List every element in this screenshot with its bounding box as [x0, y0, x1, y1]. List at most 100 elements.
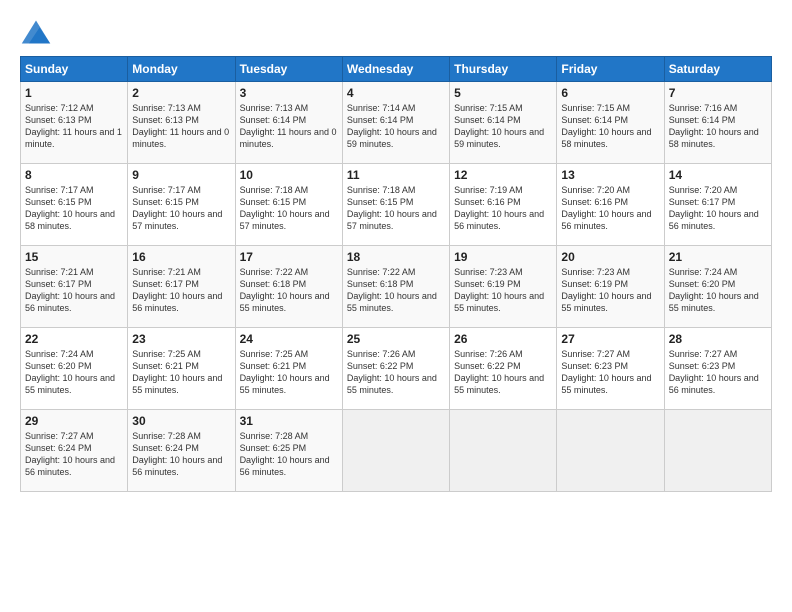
day-content: Sunrise: 7:18 AM Sunset: 6:15 PM Dayligh… [240, 184, 338, 233]
day-content: Sunrise: 7:23 AM Sunset: 6:19 PM Dayligh… [561, 266, 659, 315]
day-content: Sunrise: 7:13 AM Sunset: 6:13 PM Dayligh… [132, 102, 230, 151]
week-row-3: 15 Sunrise: 7:21 AM Sunset: 6:17 PM Dayl… [21, 246, 772, 328]
calendar-cell: 22 Sunrise: 7:24 AM Sunset: 6:20 PM Dayl… [21, 328, 128, 410]
week-row-1: 1 Sunrise: 7:12 AM Sunset: 6:13 PM Dayli… [21, 82, 772, 164]
day-content: Sunrise: 7:17 AM Sunset: 6:15 PM Dayligh… [132, 184, 230, 233]
day-number: 16 [132, 250, 230, 264]
day-content: Sunrise: 7:12 AM Sunset: 6:13 PM Dayligh… [25, 102, 123, 151]
calendar-cell [664, 410, 771, 492]
day-content: Sunrise: 7:27 AM Sunset: 6:24 PM Dayligh… [25, 430, 123, 479]
weekday-header-tuesday: Tuesday [235, 57, 342, 82]
calendar-cell: 2 Sunrise: 7:13 AM Sunset: 6:13 PM Dayli… [128, 82, 235, 164]
calendar-cell: 24 Sunrise: 7:25 AM Sunset: 6:21 PM Dayl… [235, 328, 342, 410]
day-content: Sunrise: 7:25 AM Sunset: 6:21 PM Dayligh… [132, 348, 230, 397]
day-number: 22 [25, 332, 123, 346]
calendar-cell: 1 Sunrise: 7:12 AM Sunset: 6:13 PM Dayli… [21, 82, 128, 164]
calendar-cell: 26 Sunrise: 7:26 AM Sunset: 6:22 PM Dayl… [450, 328, 557, 410]
day-number: 23 [132, 332, 230, 346]
weekday-header-wednesday: Wednesday [342, 57, 449, 82]
day-content: Sunrise: 7:15 AM Sunset: 6:14 PM Dayligh… [561, 102, 659, 151]
week-row-4: 22 Sunrise: 7:24 AM Sunset: 6:20 PM Dayl… [21, 328, 772, 410]
calendar-cell: 10 Sunrise: 7:18 AM Sunset: 6:15 PM Dayl… [235, 164, 342, 246]
day-number: 24 [240, 332, 338, 346]
day-number: 13 [561, 168, 659, 182]
calendar-cell: 19 Sunrise: 7:23 AM Sunset: 6:19 PM Dayl… [450, 246, 557, 328]
weekday-header-thursday: Thursday [450, 57, 557, 82]
day-content: Sunrise: 7:28 AM Sunset: 6:25 PM Dayligh… [240, 430, 338, 479]
calendar-cell: 21 Sunrise: 7:24 AM Sunset: 6:20 PM Dayl… [664, 246, 771, 328]
day-content: Sunrise: 7:28 AM Sunset: 6:24 PM Dayligh… [132, 430, 230, 479]
day-content: Sunrise: 7:26 AM Sunset: 6:22 PM Dayligh… [347, 348, 445, 397]
day-content: Sunrise: 7:27 AM Sunset: 6:23 PM Dayligh… [561, 348, 659, 397]
weekday-header-friday: Friday [557, 57, 664, 82]
day-number: 3 [240, 86, 338, 100]
page: SundayMondayTuesdayWednesdayThursdayFrid… [0, 0, 792, 612]
calendar-cell: 25 Sunrise: 7:26 AM Sunset: 6:22 PM Dayl… [342, 328, 449, 410]
day-number: 30 [132, 414, 230, 428]
weekday-header-monday: Monday [128, 57, 235, 82]
day-number: 20 [561, 250, 659, 264]
calendar-cell: 7 Sunrise: 7:16 AM Sunset: 6:14 PM Dayli… [664, 82, 771, 164]
day-number: 4 [347, 86, 445, 100]
day-number: 25 [347, 332, 445, 346]
day-content: Sunrise: 7:13 AM Sunset: 6:14 PM Dayligh… [240, 102, 338, 151]
calendar-cell: 31 Sunrise: 7:28 AM Sunset: 6:25 PM Dayl… [235, 410, 342, 492]
calendar-cell: 13 Sunrise: 7:20 AM Sunset: 6:16 PM Dayl… [557, 164, 664, 246]
calendar-cell [557, 410, 664, 492]
day-number: 7 [669, 86, 767, 100]
day-number: 21 [669, 250, 767, 264]
day-content: Sunrise: 7:24 AM Sunset: 6:20 PM Dayligh… [25, 348, 123, 397]
day-content: Sunrise: 7:18 AM Sunset: 6:15 PM Dayligh… [347, 184, 445, 233]
day-content: Sunrise: 7:20 AM Sunset: 6:16 PM Dayligh… [561, 184, 659, 233]
day-number: 18 [347, 250, 445, 264]
day-number: 28 [669, 332, 767, 346]
calendar-cell: 15 Sunrise: 7:21 AM Sunset: 6:17 PM Dayl… [21, 246, 128, 328]
day-content: Sunrise: 7:23 AM Sunset: 6:19 PM Dayligh… [454, 266, 552, 315]
calendar-cell: 5 Sunrise: 7:15 AM Sunset: 6:14 PM Dayli… [450, 82, 557, 164]
day-number: 2 [132, 86, 230, 100]
weekday-header-sunday: Sunday [21, 57, 128, 82]
day-content: Sunrise: 7:19 AM Sunset: 6:16 PM Dayligh… [454, 184, 552, 233]
calendar-cell: 16 Sunrise: 7:21 AM Sunset: 6:17 PM Dayl… [128, 246, 235, 328]
logo [20, 18, 56, 46]
day-content: Sunrise: 7:25 AM Sunset: 6:21 PM Dayligh… [240, 348, 338, 397]
day-content: Sunrise: 7:21 AM Sunset: 6:17 PM Dayligh… [25, 266, 123, 315]
calendar-cell: 29 Sunrise: 7:27 AM Sunset: 6:24 PM Dayl… [21, 410, 128, 492]
day-number: 14 [669, 168, 767, 182]
calendar-cell [450, 410, 557, 492]
day-content: Sunrise: 7:24 AM Sunset: 6:20 PM Dayligh… [669, 266, 767, 315]
calendar-cell: 14 Sunrise: 7:20 AM Sunset: 6:17 PM Dayl… [664, 164, 771, 246]
day-number: 31 [240, 414, 338, 428]
calendar: SundayMondayTuesdayWednesdayThursdayFrid… [20, 56, 772, 492]
day-content: Sunrise: 7:27 AM Sunset: 6:23 PM Dayligh… [669, 348, 767, 397]
day-number: 6 [561, 86, 659, 100]
calendar-cell: 4 Sunrise: 7:14 AM Sunset: 6:14 PM Dayli… [342, 82, 449, 164]
day-content: Sunrise: 7:21 AM Sunset: 6:17 PM Dayligh… [132, 266, 230, 315]
day-number: 17 [240, 250, 338, 264]
day-number: 12 [454, 168, 552, 182]
calendar-cell: 20 Sunrise: 7:23 AM Sunset: 6:19 PM Dayl… [557, 246, 664, 328]
calendar-cell: 23 Sunrise: 7:25 AM Sunset: 6:21 PM Dayl… [128, 328, 235, 410]
day-content: Sunrise: 7:17 AM Sunset: 6:15 PM Dayligh… [25, 184, 123, 233]
calendar-cell: 28 Sunrise: 7:27 AM Sunset: 6:23 PM Dayl… [664, 328, 771, 410]
day-content: Sunrise: 7:14 AM Sunset: 6:14 PM Dayligh… [347, 102, 445, 151]
week-row-2: 8 Sunrise: 7:17 AM Sunset: 6:15 PM Dayli… [21, 164, 772, 246]
header [20, 18, 772, 46]
calendar-cell: 11 Sunrise: 7:18 AM Sunset: 6:15 PM Dayl… [342, 164, 449, 246]
day-number: 8 [25, 168, 123, 182]
day-number: 1 [25, 86, 123, 100]
calendar-cell: 8 Sunrise: 7:17 AM Sunset: 6:15 PM Dayli… [21, 164, 128, 246]
calendar-cell: 3 Sunrise: 7:13 AM Sunset: 6:14 PM Dayli… [235, 82, 342, 164]
weekday-header-row: SundayMondayTuesdayWednesdayThursdayFrid… [21, 57, 772, 82]
calendar-cell: 30 Sunrise: 7:28 AM Sunset: 6:24 PM Dayl… [128, 410, 235, 492]
logo-icon [20, 18, 52, 46]
calendar-cell: 12 Sunrise: 7:19 AM Sunset: 6:16 PM Dayl… [450, 164, 557, 246]
day-content: Sunrise: 7:22 AM Sunset: 6:18 PM Dayligh… [240, 266, 338, 315]
calendar-cell [342, 410, 449, 492]
weekday-header-saturday: Saturday [664, 57, 771, 82]
day-number: 26 [454, 332, 552, 346]
day-number: 5 [454, 86, 552, 100]
day-number: 9 [132, 168, 230, 182]
day-number: 15 [25, 250, 123, 264]
calendar-cell: 9 Sunrise: 7:17 AM Sunset: 6:15 PM Dayli… [128, 164, 235, 246]
